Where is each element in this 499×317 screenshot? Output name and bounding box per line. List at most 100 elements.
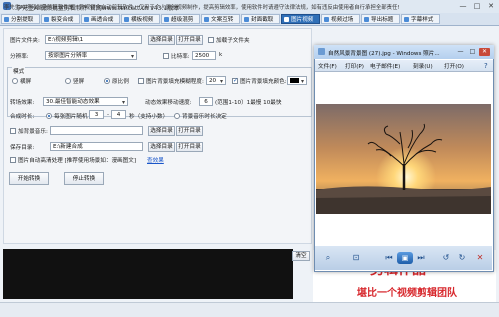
rotate-left-icon[interactable]: ↺ (440, 253, 452, 263)
duration-hint: 秒（支持小数） (129, 114, 169, 120)
text-icon (204, 17, 209, 22)
fill-color-checkbox[interactable] (232, 77, 238, 84)
tab-overlay[interactable]: 画透合成 (81, 14, 120, 24)
start-button[interactable]: 开始转换 (9, 172, 49, 185)
open-save-dir-button[interactable]: 打开目录 (176, 142, 203, 152)
tab-subtitle-style[interactable]: 字幕样式 (401, 14, 440, 24)
prev-icon[interactable]: ⏮ (383, 253, 395, 263)
auto-hd-label: 图片自动高清处理 [推荐使用场景如：漫画图文] (18, 158, 137, 164)
mode-vertical-radio[interactable] (65, 78, 71, 84)
select-bgm-button[interactable]: 选择目录 (148, 126, 175, 136)
transition-icon (324, 17, 329, 22)
next-icon[interactable]: ⏭ (415, 253, 427, 263)
close-button[interactable]: ✕ (484, 1, 498, 11)
maximize-button[interactable]: □ (470, 1, 484, 11)
viewer-menu-print[interactable]: 打印(P) (345, 62, 364, 70)
viewer-menu-burn[interactable]: 刻录(U) (413, 62, 433, 70)
duration-min-input[interactable]: 3 (89, 110, 104, 119)
minimize-button[interactable]: — (456, 1, 470, 11)
mode-vertical-label: 竖屏 (73, 79, 85, 85)
bitrate-checkbox[interactable] (163, 53, 169, 59)
fill-bg-blur-checkbox[interactable] (138, 78, 144, 84)
transition-label: 转场效果: (10, 100, 35, 106)
mode-original-radio[interactable] (104, 78, 110, 84)
tab-bar: 分割提取 裂变合成 画透合成 横板视频 超级混剪 文案互转 封面截取 图片视频 … (0, 13, 499, 26)
tab-landscape[interactable]: 横板视频 (121, 14, 160, 24)
main-panel (3, 28, 312, 244)
tab-fission[interactable]: 裂变合成 (41, 14, 80, 24)
bitrate-unit: k (219, 52, 223, 58)
viewer-menu-file[interactable]: 文件(F) (318, 62, 337, 70)
sunset-tree-photo (316, 104, 491, 214)
viewer-menu-email[interactable]: 电子邮件(E) (370, 62, 400, 70)
clear-log-button[interactable]: 清空 (292, 251, 310, 261)
resolution-label: 分辨率: (10, 54, 29, 60)
tab-export-title[interactable]: 导出标题 (361, 14, 400, 24)
export-icon (364, 17, 369, 22)
rotate-right-icon[interactable]: ↻ (456, 253, 468, 263)
play-icon[interactable]: ▣ (397, 252, 413, 264)
viewer-help-icon[interactable]: ? (484, 62, 488, 70)
color-swatch (290, 78, 299, 83)
viewer-maximize-button[interactable]: □ (467, 48, 478, 56)
select-image-folder-button[interactable]: 选择目录 (148, 35, 175, 45)
add-subfolders-checkbox[interactable] (208, 37, 214, 43)
image-folder-input[interactable]: E:\视频剪辑\1 (45, 35, 142, 44)
viewer-title: 自然风景背景图 (27).jpg - Windows 照片... (328, 51, 440, 57)
viewer-menu-open[interactable]: 打开(O) (444, 62, 464, 70)
fill-color-label: 图片背景填充颜色: (240, 79, 287, 85)
mode-horizontal-radio[interactable] (12, 78, 18, 84)
bitrate-input[interactable]: 2500 (192, 51, 216, 60)
transition-select[interactable]: 30.最佳智能动态效果 (43, 97, 128, 106)
add-subfolders-label: 加载子文件夹 (216, 38, 250, 44)
anim-speed-label: 动态效果移动速度: (145, 100, 192, 106)
auto-hd-checkbox[interactable] (10, 157, 16, 163)
stop-button[interactable]: 停止转换 (64, 172, 104, 185)
subtitle-icon (404, 17, 409, 22)
tab-split[interactable]: 分割提取 (1, 14, 40, 24)
music-duration-label: 背景音乐时长决定 (182, 114, 227, 120)
mode-group (7, 67, 312, 117)
zoom-icon[interactable]: ⌕ (322, 253, 334, 263)
split-icon (4, 17, 9, 22)
image-video-icon (284, 17, 289, 22)
image-folder-label: 图片文件夹: (10, 38, 40, 44)
open-bgm-button[interactable]: 打开目录 (176, 126, 203, 136)
viewer-minimize-button[interactable]: — (455, 48, 466, 56)
resolution-select[interactable]: 按原图片分辨率 (45, 51, 137, 60)
fit-icon[interactable]: ⊡ (350, 253, 362, 263)
duration-random-radio[interactable] (46, 113, 52, 119)
log-area[interactable] (3, 249, 293, 299)
duration-max-input[interactable]: 4 (111, 110, 126, 119)
fill-color-select[interactable] (287, 76, 307, 85)
bitrate-label: 比特率: (171, 54, 190, 60)
status-bar (0, 302, 499, 317)
bgm-checkbox[interactable] (10, 128, 16, 134)
fission-icon (44, 17, 49, 22)
landscape-icon (124, 17, 129, 22)
tab-text-convert[interactable]: 文案互转 (201, 14, 240, 24)
bgm-input[interactable] (50, 126, 143, 135)
duration-dash: - (107, 112, 110, 118)
open-image-folder-button[interactable]: 打开目录 (176, 35, 203, 45)
promo-line-2: 堪比一个视频剪辑团队 (357, 288, 457, 299)
delete-icon[interactable]: ✕ (474, 253, 486, 263)
viewer-close-button[interactable]: ✕ (479, 48, 490, 56)
overlay-icon (84, 17, 89, 22)
save-dir-input[interactable]: E:\新建合成 (50, 142, 143, 151)
mode-original-label: 原比例 (112, 79, 129, 85)
cover-icon (244, 17, 249, 22)
select-save-dir-button[interactable]: 选择目录 (148, 142, 175, 152)
fill-bg-blur-select[interactable]: 20 (206, 76, 226, 85)
viewer-app-icon (318, 48, 325, 55)
music-duration-radio[interactable] (174, 113, 180, 119)
anim-speed-input[interactable]: 6 (199, 97, 213, 106)
tab-supermix[interactable]: 超级混剪 (161, 14, 200, 24)
tab-transition[interactable]: 视频过场 (321, 14, 360, 24)
status-text: 李先生AI视频批量剪辑软件是一款视频全自动剪辑软件，仅用于个人原创视频制作，提高… (4, 5, 400, 11)
tab-cover[interactable]: 封面截取 (241, 14, 280, 24)
mode-group-title: 模式 (12, 67, 26, 75)
viewer-menu-bar (315, 60, 493, 72)
demo-link[interactable]: 查效果 (147, 156, 164, 164)
tab-image-video[interactable]: 图片视频 (281, 14, 320, 24)
